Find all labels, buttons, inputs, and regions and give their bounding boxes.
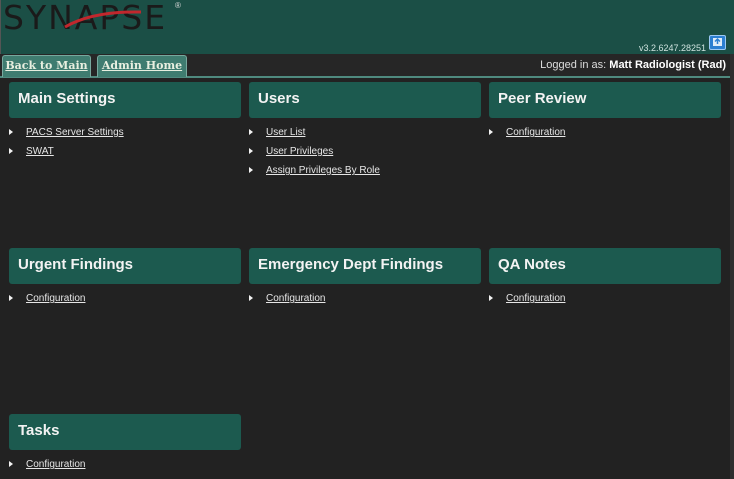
registered-mark: ® bbox=[175, 1, 181, 10]
list-item: PACS Server Settings bbox=[9, 126, 124, 145]
link-swat[interactable]: SWAT bbox=[26, 146, 54, 157]
tab-back-to-main[interactable]: Back to Main bbox=[2, 55, 91, 77]
link-peer-review-configuration[interactable]: Configuration bbox=[506, 127, 565, 138]
list-item: Configuration bbox=[9, 292, 85, 311]
link-assign-privileges-by-role[interactable]: Assign Privileges By Role bbox=[266, 165, 380, 176]
list-item: SWAT bbox=[9, 145, 124, 164]
bullet-arrow-icon bbox=[249, 148, 253, 154]
bullet-arrow-icon bbox=[489, 295, 493, 301]
panel-title-emergency-dept-findings: Emergency Dept Findings bbox=[249, 248, 481, 284]
link-urgent-findings-configuration[interactable]: Configuration bbox=[26, 293, 85, 304]
version-label: v3.2.6247.28251 bbox=[638, 43, 706, 53]
link-qa-notes-configuration[interactable]: Configuration bbox=[506, 293, 565, 304]
bullet-arrow-icon bbox=[9, 148, 13, 154]
login-user: Matt Radiologist (Rad) bbox=[609, 59, 726, 71]
login-status: Logged in as: Matt Radiologist (Rad) bbox=[540, 59, 726, 71]
users-links: User List User Privileges Assign Privile… bbox=[249, 126, 380, 183]
list-item: User Privileges bbox=[249, 145, 380, 164]
qa-notes-links: Configuration bbox=[489, 292, 565, 311]
panel-title-qa-notes: QA Notes bbox=[489, 248, 721, 284]
help-button[interactable] bbox=[709, 35, 726, 50]
list-item: Configuration bbox=[489, 292, 565, 311]
bullet-arrow-icon bbox=[249, 167, 253, 173]
panel-title-tasks: Tasks bbox=[9, 414, 241, 450]
list-item: Configuration bbox=[9, 458, 85, 477]
bullet-arrow-icon bbox=[249, 295, 253, 301]
login-prefix: Logged in as: bbox=[540, 59, 607, 71]
panel-title-main-settings: Main Settings bbox=[9, 82, 241, 118]
panel-title-users: Users bbox=[249, 82, 481, 118]
tasks-links: Configuration bbox=[9, 458, 85, 477]
bullet-arrow-icon bbox=[489, 129, 493, 135]
link-pacs-server-settings[interactable]: PACS Server Settings bbox=[26, 127, 124, 138]
link-emergency-dept-configuration[interactable]: Configuration bbox=[266, 293, 325, 304]
help-icon bbox=[713, 37, 722, 46]
peer-review-links: Configuration bbox=[489, 126, 565, 145]
link-tasks-configuration[interactable]: Configuration bbox=[26, 459, 85, 470]
list-item: Assign Privileges By Role bbox=[249, 164, 380, 183]
window-edge-scrollbar[interactable] bbox=[730, 54, 734, 479]
link-user-privileges[interactable]: User Privileges bbox=[266, 146, 333, 157]
main-settings-links: PACS Server Settings SWAT bbox=[9, 126, 124, 164]
link-user-list[interactable]: User List bbox=[266, 127, 305, 138]
emergency-dept-links: Configuration bbox=[249, 292, 325, 311]
panel-title-urgent-findings: Urgent Findings bbox=[9, 248, 241, 284]
urgent-findings-links: Configuration bbox=[9, 292, 85, 311]
tab-admin-home[interactable]: Admin Home bbox=[97, 55, 187, 77]
app-header: SYNAPSE ® v3.2.6247.28251 bbox=[0, 0, 734, 54]
bullet-arrow-icon bbox=[249, 129, 253, 135]
logo-swoosh-icon bbox=[64, 10, 142, 29]
bullet-arrow-icon bbox=[9, 129, 13, 135]
list-item: Configuration bbox=[489, 126, 565, 145]
bullet-arrow-icon bbox=[9, 461, 13, 467]
bullet-arrow-icon bbox=[9, 295, 13, 301]
panel-title-peer-review: Peer Review bbox=[489, 82, 721, 118]
list-item: Configuration bbox=[249, 292, 325, 311]
list-item: User List bbox=[249, 126, 380, 145]
